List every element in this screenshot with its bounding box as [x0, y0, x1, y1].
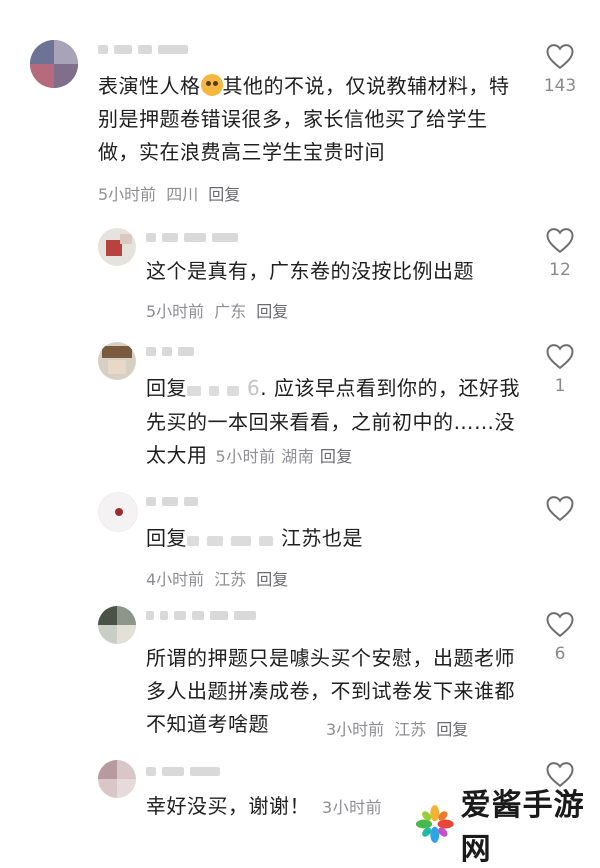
heart-outline-icon [546, 496, 574, 522]
timestamp: 5小时前 [146, 302, 205, 321]
reply-button[interactable]: 回复 [436, 720, 468, 739]
avatar[interactable] [30, 40, 78, 88]
avatar[interactable] [98, 606, 136, 644]
like-count: 143 [543, 76, 577, 96]
reply-button[interactable]: 回复 [256, 570, 288, 589]
comment-text: 这个是真有，广东卷的没按比例出题 [146, 259, 474, 283]
comment-meta: 4小时前 江苏 回复 [146, 566, 298, 590]
heart-outline-icon [546, 344, 574, 370]
like-button[interactable]: 6 [530, 610, 590, 664]
avatar[interactable] [98, 492, 138, 532]
like-count: 12 [549, 260, 571, 280]
reply-button[interactable]: 回复 [256, 302, 288, 321]
timestamp: 4小时前 [146, 570, 205, 589]
location: 江苏 [214, 570, 247, 589]
grinning-face-emoji-icon [200, 74, 223, 96]
username-masked[interactable] [146, 344, 194, 358]
heart-outline-icon [546, 612, 574, 638]
heart-outline-icon [546, 228, 574, 254]
username-masked[interactable] [146, 608, 256, 622]
reply-button[interactable]: 回复 [208, 185, 240, 204]
like-button[interactable]: 143 [530, 42, 590, 96]
reply-prefix: 回复 [146, 526, 187, 550]
timestamp: 3小时前 [326, 720, 385, 739]
comment-text: 表演性人格 其他的不说，仅说教辅材料，特别是押题卷错误很多，家长信他买了给学生做，… [98, 74, 510, 164]
comment-meta: 5小时前 四川 回复 [98, 181, 250, 205]
username-masked[interactable] [146, 764, 220, 778]
location: 四川 [166, 185, 199, 204]
username-masked[interactable] [146, 494, 198, 508]
like-count: 1 [554, 376, 566, 396]
timestamp: 5小时前 [215, 447, 276, 466]
like-button[interactable]: 1 [530, 342, 590, 396]
comment-meta: 3小时前 江苏 回复 [326, 716, 478, 740]
avatar[interactable] [98, 342, 136, 380]
username-masked[interactable] [98, 42, 188, 56]
reply-button[interactable]: 回复 [320, 447, 353, 466]
location: 江苏 [394, 720, 427, 739]
like-button[interactable] [530, 494, 590, 522]
masked-mention[interactable] [187, 523, 281, 556]
like-count: 6 [554, 644, 566, 664]
pinwheel-logo-icon [415, 805, 454, 843]
like-button[interactable]: 12 [530, 226, 590, 280]
location: 湖南 [281, 447, 315, 466]
watermark: 爱酱手游网 [415, 780, 600, 868]
reply-prefix: 回复 [146, 376, 187, 400]
comment-meta: 5小时前 广东 回复 [146, 298, 298, 322]
timestamp: 5小时前 [98, 185, 157, 204]
comment-text: 回复 江苏也是 [146, 522, 526, 556]
username-masked[interactable] [146, 230, 238, 244]
avatar[interactable] [98, 760, 136, 798]
location: 广东 [214, 302, 247, 321]
comment-text: 回复 6. 应该早点看到你的，还好我先买的一本回来看看，之前初中的……没太大用 5小… [146, 372, 526, 473]
watermark-text: 爱酱手游网 [460, 788, 585, 867]
heart-outline-icon [546, 44, 574, 70]
masked-mention[interactable] [187, 373, 247, 406]
timestamp: 3小时前 [322, 798, 383, 817]
comment-text: 幸好没买，谢谢！ 3小时前 [146, 794, 383, 818]
avatar[interactable] [98, 228, 136, 266]
